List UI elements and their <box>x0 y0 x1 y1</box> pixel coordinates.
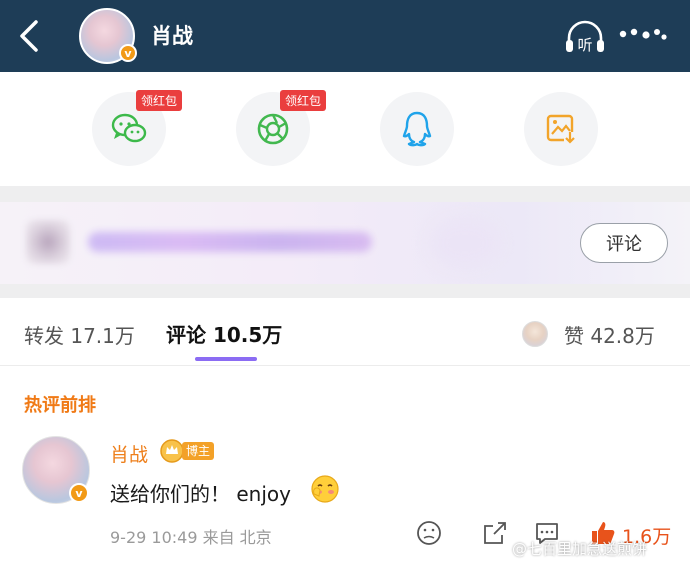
more-options-icon[interactable] <box>616 24 670 48</box>
red-packet-badge: 领红包 <box>280 90 327 111</box>
comment-meta: 9-29 10:49 来自 北京 <box>110 528 272 547</box>
blogger-label: 博主 <box>182 442 215 460</box>
save-image-icon <box>546 114 576 144</box>
divider <box>0 284 690 298</box>
header-user-name[interactable]: 肖战 <box>151 20 193 50</box>
stats-tabs: 转发 17.1万 评论 10.5万 赞 42.8万 <box>0 298 690 366</box>
divider <box>0 186 690 202</box>
liker-avatar <box>522 321 548 347</box>
verified-badge-icon: v <box>69 483 89 503</box>
post-preview-banner[interactable]: 评论 <box>0 202 690 284</box>
tab-likes[interactable]: 赞 42.8万 <box>564 320 655 349</box>
comment-author[interactable]: 肖战 <box>110 440 148 467</box>
weibo-watermark: @七百里加急送煎饼 <box>512 540 648 558</box>
share-wechat-button[interactable]: 领红包 <box>92 90 183 166</box>
comment-text: 送给你们的！ enjoy <box>110 482 291 506</box>
emoji-react-icon[interactable] <box>414 518 444 548</box>
post-title-blurred <box>88 232 372 252</box>
share-panel: 领红包 领红包 <box>0 72 690 186</box>
wechat-icon <box>111 113 147 143</box>
header-avatar[interactable]: v <box>79 8 137 64</box>
share-moments-button[interactable]: 领红包 <box>236 90 327 166</box>
listen-headphone-icon[interactable]: 听 <box>564 20 606 54</box>
top-bar: v 肖战 听 <box>0 0 690 72</box>
qq-icon <box>402 111 432 147</box>
banner-decoration <box>430 218 500 268</box>
post-thumbnail <box>26 220 70 264</box>
share-qq-button[interactable] <box>380 92 454 166</box>
save-image-button[interactable] <box>524 92 598 166</box>
tab-repost[interactable]: 转发 17.1万 <box>24 320 135 349</box>
red-packet-badge: 领红包 <box>136 90 183 111</box>
blogger-badge: 博主 <box>160 439 218 463</box>
share-icon[interactable] <box>480 518 510 548</box>
verified-badge-icon: v <box>119 44 137 62</box>
active-tab-indicator <box>195 357 257 361</box>
listen-label: 听 <box>577 36 592 54</box>
tab-comments[interactable]: 评论 10.5万 <box>166 319 282 348</box>
comment-avatar[interactable]: v <box>22 436 90 504</box>
comment-button[interactable]: 评论 <box>580 223 668 263</box>
shy-emoji-icon <box>311 475 339 503</box>
back-arrow-icon[interactable] <box>14 16 46 56</box>
moments-icon <box>257 113 289 145</box>
hot-comments-heading: 热评前排 <box>24 395 96 416</box>
